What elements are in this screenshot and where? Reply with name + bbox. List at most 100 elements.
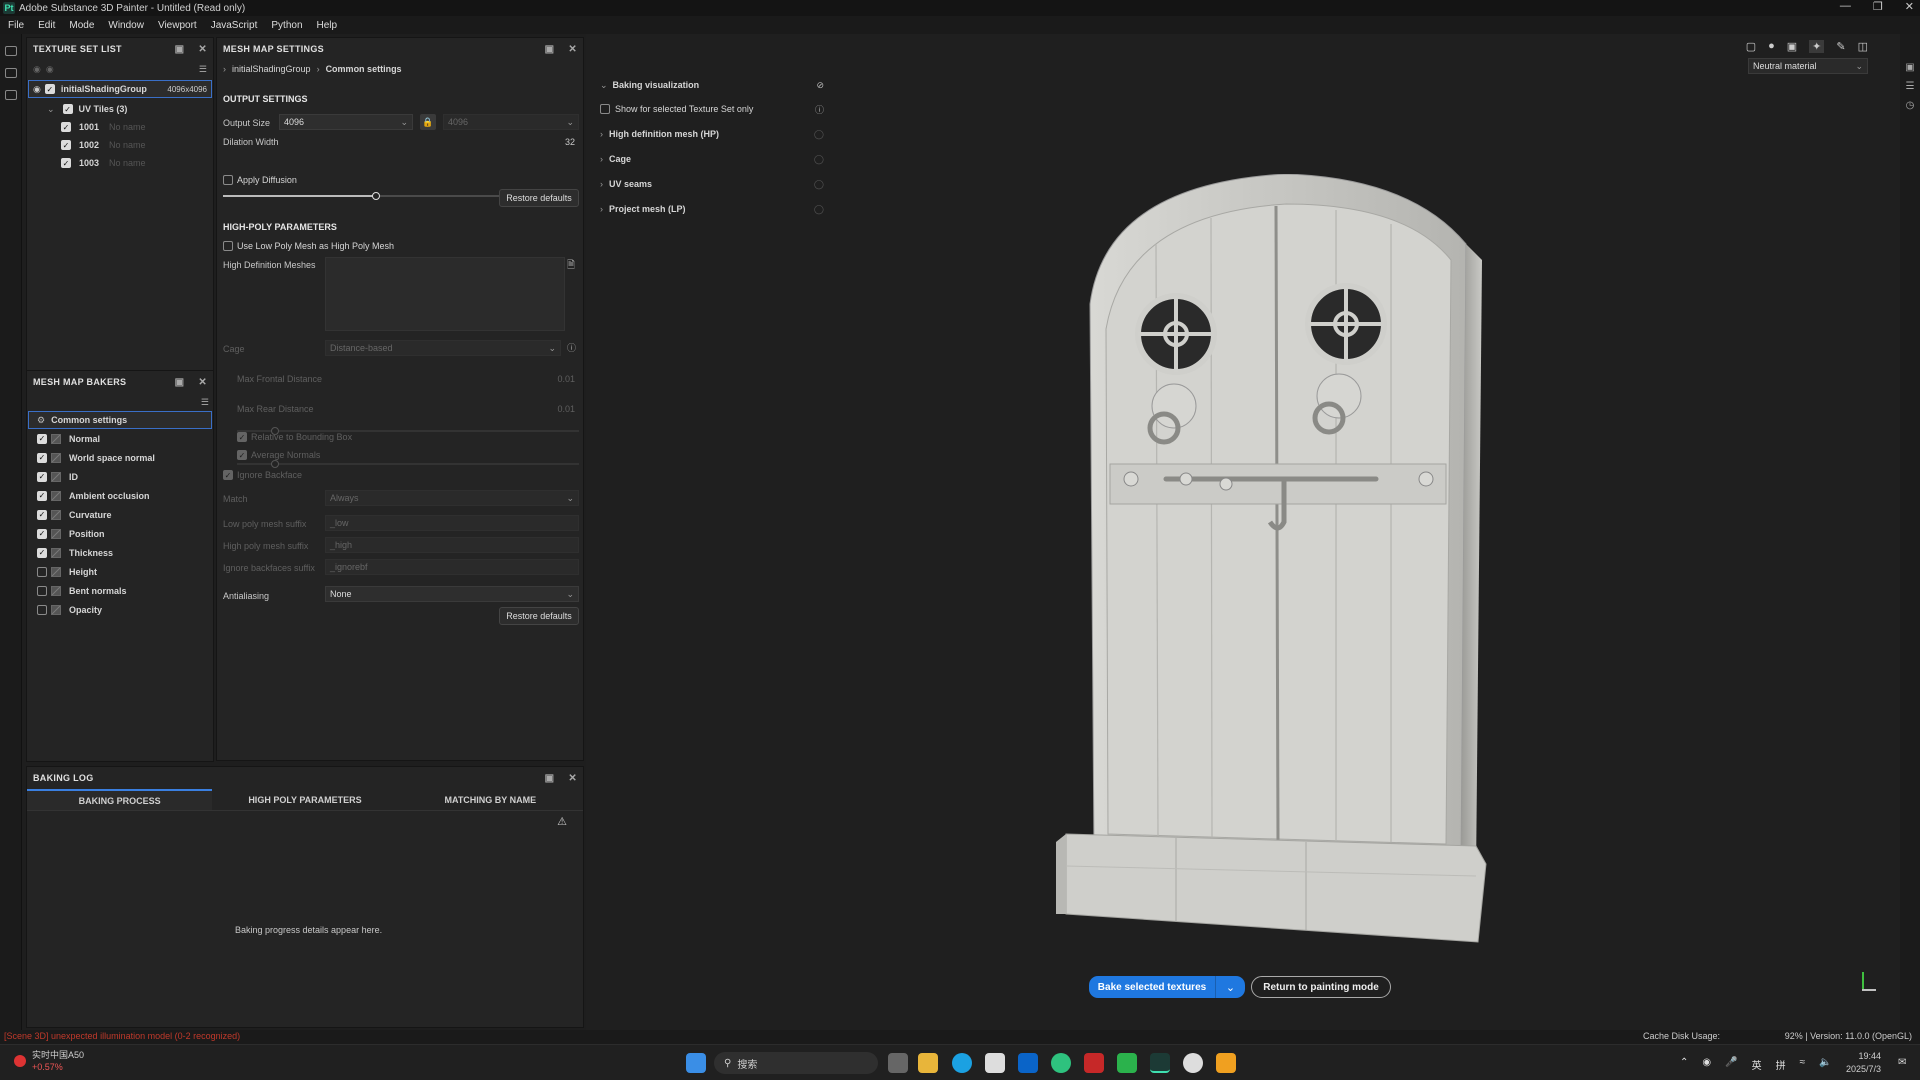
show-selected-checkbox[interactable]: [600, 104, 610, 114]
microphone-icon[interactable]: 🎤: [1725, 1057, 1737, 1072]
clock[interactable]: 19:44 2025/7/3: [1846, 1050, 1881, 1076]
baker-checkbox[interactable]: ✓: [37, 547, 47, 558]
stock-widget[interactable]: 实时中国A50 +0.57%: [14, 1049, 84, 1073]
baker-checkbox[interactable]: ✓: [37, 452, 47, 463]
door-3d-model[interactable]: [1046, 174, 1586, 974]
apply-diffusion-checkbox[interactable]: [223, 175, 233, 185]
bake-mode-icon[interactable]: ✦: [1809, 40, 1825, 53]
file-explorer-icon[interactable]: [918, 1053, 938, 1073]
close-icon[interactable]: ✕: [568, 44, 577, 55]
hd-meshes-list[interactable]: [325, 257, 565, 331]
sphere-icon[interactable]: ●: [1768, 40, 1775, 53]
visibility-icon[interactable]: ◯: [814, 179, 824, 190]
brush-icon[interactable]: ✎: [1836, 40, 1845, 53]
float-icon[interactable]: ▣: [545, 44, 555, 55]
camera-icon[interactable]: ▣: [1787, 40, 1797, 53]
viz-section-cage[interactable]: › Cage ◯: [600, 150, 824, 168]
ime-indicator[interactable]: 英: [1752, 1057, 1762, 1072]
layers-icon[interactable]: [4, 46, 17, 56]
tab-matching-by-name[interactable]: MATCHING BY NAME: [398, 789, 583, 810]
volume-icon[interactable]: 🔈: [1819, 1057, 1831, 1072]
baker-item[interactable]: Height: [27, 562, 213, 581]
status-error[interactable]: [Scene 3D] unexpected illumination model…: [4, 1031, 240, 1041]
baker-item[interactable]: ✓ Ambient occlusion: [27, 486, 213, 505]
breadcrumb-item[interactable]: Common settings: [326, 64, 402, 74]
common-settings-item[interactable]: ⚙ Common settings: [28, 411, 212, 429]
baker-item[interactable]: ✓ ID: [27, 467, 213, 486]
dilation-value[interactable]: 32: [565, 137, 575, 147]
app-green-icon[interactable]: [1051, 1053, 1071, 1073]
close-icon[interactable]: ✕: [1905, 0, 1914, 13]
menu-file[interactable]: File: [8, 20, 24, 31]
taskbar-search[interactable]: ⚲ 搜索: [714, 1052, 878, 1074]
material-select[interactable]: Neutral material ⌄: [1748, 58, 1868, 74]
wifi-icon[interactable]: ≈: [1800, 1057, 1806, 1072]
baker-checkbox[interactable]: ✓: [37, 528, 47, 539]
menu-help[interactable]: Help: [317, 20, 338, 31]
warning-icon[interactable]: ⚠: [557, 815, 567, 828]
camera-frame-icon[interactable]: ▢: [1746, 40, 1756, 53]
visibility-icon[interactable]: ◯: [814, 204, 824, 215]
uv-tile-row[interactable]: ✓ 1003 No name: [27, 154, 213, 172]
minimize-icon[interactable]: —: [1840, 0, 1851, 13]
visibility-icon[interactable]: ◯: [814, 154, 824, 165]
uv-tiles-checkbox[interactable]: ✓: [62, 104, 73, 114]
eye-off-icon[interactable]: ◉: [46, 64, 54, 75]
app-orange-icon[interactable]: [1216, 1053, 1236, 1073]
screenshot-icon[interactable]: ◫: [1858, 40, 1868, 53]
viz-section-hp[interactable]: › High definition mesh (HP) ◯: [600, 125, 824, 143]
antialiasing-select[interactable]: None ⌄: [325, 586, 579, 602]
baker-item[interactable]: ✓ Normal: [27, 429, 213, 448]
document-icon[interactable]: [4, 90, 17, 100]
menu-viewport[interactable]: Viewport: [158, 20, 197, 31]
close-icon[interactable]: ✕: [198, 44, 207, 55]
task-view-icon[interactable]: [888, 1053, 908, 1073]
texture-set-checkbox[interactable]: ✓: [44, 84, 55, 94]
baker-checkbox[interactable]: ✓: [37, 509, 47, 520]
eye-icon[interactable]: ◉: [33, 84, 41, 95]
menu-python[interactable]: Python: [271, 20, 302, 31]
close-icon[interactable]: ✕: [198, 377, 207, 388]
uv-tile-row[interactable]: ✓ 1001 No name: [27, 118, 213, 136]
baker-checkbox[interactable]: [37, 604, 47, 615]
restore-defaults-button[interactable]: Restore defaults: [499, 189, 579, 207]
uv-tile-row[interactable]: ✓ 1002 No name: [27, 136, 213, 154]
edge-icon[interactable]: [952, 1053, 972, 1073]
tray-expand-icon[interactable]: ⌃: [1680, 1057, 1688, 1072]
info-icon[interactable]: ⓘ: [567, 341, 576, 354]
tab-baking-process[interactable]: BAKING PROCESS: [27, 789, 213, 810]
eye-off-icon[interactable]: ⊘: [816, 80, 824, 91]
baker-checkbox[interactable]: [37, 566, 47, 577]
baker-checkbox[interactable]: ✓: [37, 433, 47, 444]
show-selected-row[interactable]: Show for selected Texture Set only ⓘ: [600, 100, 824, 118]
baker-item[interactable]: Opacity: [27, 600, 213, 619]
lock-icon[interactable]: 🔒: [420, 114, 436, 130]
file-icon[interactable]: 🗎: [567, 258, 575, 275]
ime-mode[interactable]: 拼: [1776, 1057, 1786, 1072]
float-icon[interactable]: ▣: [545, 773, 555, 784]
list-icon[interactable]: ☰: [1900, 81, 1920, 92]
baker-item[interactable]: ✓ Position: [27, 524, 213, 543]
restore-defaults-button[interactable]: Restore defaults: [499, 607, 579, 625]
bake-options-dropdown[interactable]: ⌄: [1215, 976, 1245, 998]
wechat-icon[interactable]: [1117, 1053, 1137, 1073]
viz-section-lp[interactable]: › Project mesh (LP) ◯: [600, 200, 824, 218]
notification-icon[interactable]: ✉: [1898, 1057, 1906, 1068]
menu-window[interactable]: Window: [108, 20, 144, 31]
chrome-icon[interactable]: [1183, 1053, 1203, 1073]
tile-checkbox[interactable]: ✓: [61, 122, 71, 132]
store-icon[interactable]: [985, 1053, 1005, 1073]
baker-item[interactable]: ✓ World space normal: [27, 448, 213, 467]
baker-item[interactable]: Bent normals: [27, 581, 213, 600]
outlook-icon[interactable]: [1018, 1053, 1038, 1073]
wps-icon[interactable]: [1084, 1053, 1104, 1073]
maximize-icon[interactable]: ❐: [1873, 0, 1883, 13]
shelf-icon[interactable]: [4, 68, 17, 78]
tray-app-icon[interactable]: ◉: [1702, 1057, 1711, 1072]
use-low-poly-checkbox[interactable]: [223, 241, 233, 251]
windows-start-icon[interactable]: [686, 1053, 706, 1073]
history-icon[interactable]: ◷: [1900, 100, 1920, 111]
apply-diffusion-row[interactable]: Apply Diffusion: [223, 171, 297, 189]
output-size-select[interactable]: 4096 ⌄: [279, 114, 413, 130]
close-icon[interactable]: ✕: [568, 773, 577, 784]
